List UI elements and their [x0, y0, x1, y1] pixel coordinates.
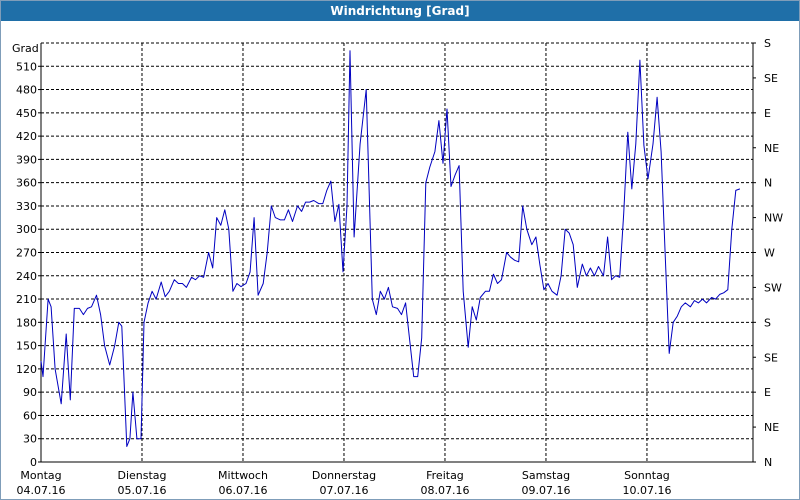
- x-tick-date: 06.07.16: [218, 484, 267, 497]
- y-axis-label: Grad: [12, 42, 39, 55]
- x-tick-day: Donnerstag: [312, 469, 376, 482]
- chart-window: Windrichtung [Grad] Grad 0 30 60 90 120 150 18…: [0, 0, 800, 500]
- right-tick-label: E: [764, 386, 771, 399]
- right-tick-label: SE: [764, 351, 778, 364]
- right-tick-label: N: [764, 177, 772, 190]
- x-tick-day: Samstag: [522, 469, 570, 482]
- right-tick-label: S: [764, 316, 771, 329]
- x-tick-day: Montag: [20, 469, 61, 482]
- y-tick-label: 60: [23, 409, 37, 422]
- x-tick-day: Freitag: [426, 469, 464, 482]
- y-tick-label: 510: [16, 60, 37, 73]
- x-tick-date: 07.07.16: [319, 484, 368, 497]
- y-tick-label: 480: [16, 84, 37, 97]
- right-tick-label: NW: [764, 212, 783, 225]
- y-tick-label: 420: [16, 130, 37, 143]
- right-tick-label: SE: [764, 72, 778, 85]
- right-tick-label: W: [764, 247, 775, 260]
- y-tick-label: 390: [16, 153, 37, 166]
- y-tick-label: 360: [16, 177, 37, 190]
- y-tick-label: 270: [16, 247, 37, 260]
- right-tick-label: SW: [764, 281, 782, 294]
- right-tick-label: NE: [764, 421, 779, 434]
- x-tick-date: 08.07.16: [420, 484, 469, 497]
- y-tick-label: 180: [16, 316, 37, 329]
- wind-direction-chart: Grad 0 30 60 90 120 150 180 210 240 270 300 330 360 3…: [12, 37, 783, 497]
- x-tick-date: 05.07.16: [118, 484, 167, 497]
- y-tick-label: 90: [23, 386, 37, 399]
- y-tick-label: 240: [16, 270, 37, 283]
- x-tick-date: 09.07.16: [521, 484, 570, 497]
- y-tick-label: 30: [23, 433, 37, 446]
- right-tick-label: E: [764, 107, 771, 120]
- series-layer: [40, 50, 741, 447]
- labels: Grad 0 30 60 90 120 150 180 210 240 270 300 330 360 3…: [12, 37, 783, 497]
- x-tick-day: Mittwoch: [218, 469, 268, 482]
- series-line-wind-direction: [40, 50, 741, 447]
- x-tick-date: 10.07.16: [622, 484, 671, 497]
- right-tick-label: S: [764, 37, 771, 50]
- y-tick-label: 330: [16, 200, 37, 213]
- y-tick-label: 120: [16, 363, 37, 376]
- x-tick-date: 04.07.16: [17, 484, 66, 497]
- x-tick-day: Sonntag: [624, 469, 670, 482]
- y-tick-label: 0: [30, 456, 37, 469]
- y-tick-label: 210: [16, 293, 37, 306]
- window-title: Windrichtung [Grad]: [1, 1, 799, 21]
- right-tick-label: NE: [764, 142, 779, 155]
- grid: [41, 42, 753, 462]
- y-tick-label: 150: [16, 340, 37, 353]
- right-tick-label: N: [764, 456, 772, 469]
- y-tick-label: 300: [16, 223, 37, 236]
- x-tick-day: Dienstag: [117, 469, 166, 482]
- y-tick-label: 450: [16, 107, 37, 120]
